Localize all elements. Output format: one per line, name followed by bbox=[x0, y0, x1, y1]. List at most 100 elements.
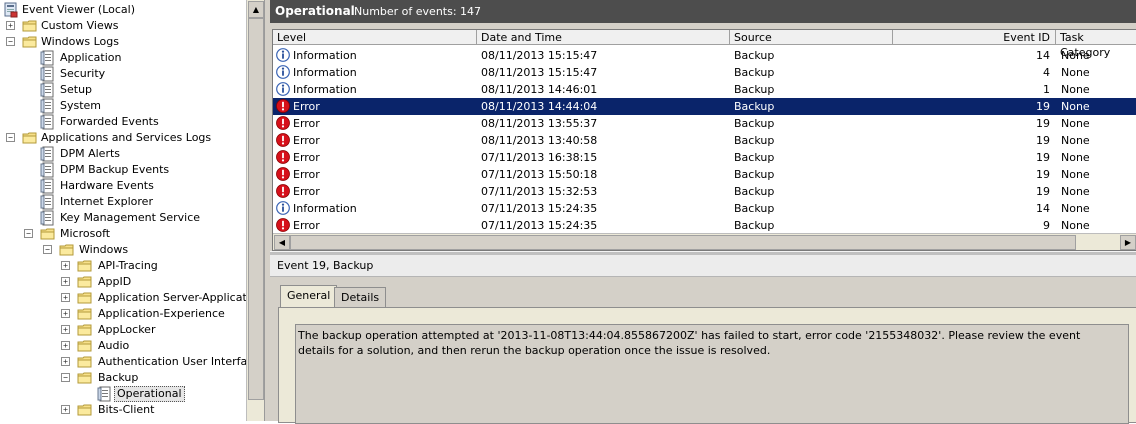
expand-toggle-icon[interactable]: + bbox=[61, 261, 70, 270]
tree-node[interactable]: + Bits-Client bbox=[0, 402, 246, 418]
level-cell: Error bbox=[293, 168, 320, 181]
tree-node-label: Audio bbox=[98, 339, 130, 352]
scroll-left-button[interactable]: ◀ bbox=[274, 235, 290, 250]
tree-node[interactable]: Security bbox=[0, 66, 246, 82]
column-header-date-time[interactable]: Date and Time bbox=[477, 30, 730, 45]
tree-node[interactable]: Forwarded Events bbox=[0, 114, 246, 130]
datetime-cell: 08/11/2013 14:46:01 bbox=[481, 83, 598, 96]
tree-node[interactable]: Key Management Service bbox=[0, 210, 246, 226]
tree-node[interactable]: − Windows bbox=[0, 242, 246, 258]
level-cell: Error bbox=[293, 219, 320, 232]
event-row[interactable]: Information 08/11/2013 14:46:01 Backup 1 Non… bbox=[273, 81, 1136, 98]
tree-node-label: Operational bbox=[114, 386, 185, 402]
collapse-toggle-icon[interactable]: − bbox=[43, 245, 52, 254]
event-id-cell: 19 bbox=[1036, 100, 1050, 113]
expand-toggle-icon[interactable]: + bbox=[61, 309, 70, 318]
folder-icon bbox=[77, 258, 93, 274]
error-icon bbox=[276, 99, 290, 113]
expand-toggle-icon[interactable]: + bbox=[61, 277, 70, 286]
tree-node-label: System bbox=[60, 99, 102, 112]
tree-node[interactable]: DPM Backup Events bbox=[0, 162, 246, 178]
log-icon bbox=[97, 386, 113, 402]
column-header-source[interactable]: Source bbox=[730, 30, 893, 45]
column-header-task-category[interactable]: Task Category bbox=[1056, 30, 1136, 59]
event-id-cell: 19 bbox=[1036, 185, 1050, 198]
event-row[interactable]: Information 08/11/2013 15:15:47 Backup 14 No… bbox=[273, 47, 1136, 64]
event-row[interactable]: Information 07/11/2013 15:24:35 Backup 14 No… bbox=[273, 200, 1136, 217]
source-cell: Backup bbox=[734, 117, 775, 130]
scroll-thumb[interactable] bbox=[248, 18, 264, 400]
tab-details[interactable]: Details bbox=[334, 287, 387, 307]
event-id-cell: 14 bbox=[1036, 202, 1050, 215]
tree-node-label: AppID bbox=[98, 275, 132, 288]
tree-node[interactable]: + Custom Views bbox=[0, 18, 246, 34]
tree-node[interactable]: Hardware Events bbox=[0, 178, 246, 194]
info-icon bbox=[276, 201, 290, 215]
tree-node[interactable]: + AppID bbox=[0, 274, 246, 290]
tree-node[interactable]: −Event Viewer (Local) bbox=[0, 2, 246, 18]
expand-toggle-icon[interactable]: + bbox=[61, 357, 70, 366]
tree-node-label: Hardware Events bbox=[60, 179, 154, 192]
tree-node[interactable]: + Application Server-Applications bbox=[0, 290, 246, 306]
level-cell: Error bbox=[293, 117, 320, 130]
tree-node[interactable]: − Windows Logs bbox=[0, 34, 246, 50]
tree-node[interactable]: System bbox=[0, 98, 246, 114]
event-row[interactable]: Error 08/11/2013 13:55:37 Backup 19 None bbox=[273, 115, 1136, 132]
folder-icon bbox=[77, 402, 93, 418]
computer-icon bbox=[3, 2, 19, 18]
tree-node[interactable]: − Backup bbox=[0, 370, 246, 386]
event-detail-header: Event 19, Backup bbox=[270, 255, 1136, 277]
event-row[interactable]: Error 07/11/2013 15:50:18 Backup 19 None bbox=[273, 166, 1136, 183]
event-row[interactable]: Error 08/11/2013 14:44:04 Backup 19 None bbox=[273, 98, 1136, 115]
tree-node[interactable]: DPM Alerts bbox=[0, 146, 246, 162]
event-id-cell: 19 bbox=[1036, 117, 1050, 130]
expand-toggle-icon[interactable]: + bbox=[6, 21, 15, 30]
tree-node-label: Forwarded Events bbox=[60, 115, 159, 128]
tree-node[interactable]: − Applications and Services Logs bbox=[0, 130, 246, 146]
collapse-toggle-icon[interactable]: − bbox=[6, 133, 15, 142]
expand-toggle-icon[interactable]: + bbox=[61, 325, 70, 334]
tree-node[interactable]: Application bbox=[0, 50, 246, 66]
scroll-thumb[interactable] bbox=[290, 235, 1076, 250]
tree-node[interactable]: + Audio bbox=[0, 338, 246, 354]
grid-horizontal-scrollbar[interactable]: ◀ ▶ bbox=[273, 233, 1136, 250]
task-category-cell: None bbox=[1061, 83, 1090, 96]
collapse-toggle-icon[interactable]: − bbox=[61, 373, 70, 382]
column-header-level[interactable]: Level bbox=[273, 30, 477, 45]
datetime-cell: 07/11/2013 15:24:35 bbox=[481, 219, 598, 232]
tree-vertical-scrollbar[interactable]: ▲ bbox=[246, 0, 264, 421]
datetime-cell: 07/11/2013 15:50:18 bbox=[481, 168, 598, 181]
event-description-box[interactable]: The backup operation attempted at '2013-… bbox=[295, 324, 1129, 424]
collapse-toggle-icon[interactable]: − bbox=[24, 229, 33, 238]
event-detail-title: Event 19, Backup bbox=[277, 259, 374, 272]
expand-toggle-icon[interactable]: + bbox=[61, 405, 70, 414]
expand-toggle-icon[interactable]: + bbox=[61, 341, 70, 350]
tree-node[interactable]: − Microsoft bbox=[0, 226, 246, 242]
tree-node[interactable]: + Application-Experience bbox=[0, 306, 246, 322]
tree-node[interactable]: + Authentication User Interface bbox=[0, 354, 246, 370]
event-row[interactable]: Error 07/11/2013 15:24:35 Backup 9 None bbox=[273, 217, 1136, 234]
tree-node-label: Application Server-Applications bbox=[98, 291, 246, 304]
scroll-up-button[interactable]: ▲ bbox=[248, 1, 264, 18]
event-row[interactable]: Error 07/11/2013 16:38:15 Backup 19 None bbox=[273, 149, 1136, 166]
event-row[interactable]: Error 07/11/2013 15:32:53 Backup 19 None bbox=[273, 183, 1136, 200]
tree-node-label: Security bbox=[60, 67, 106, 80]
task-category-cell: None bbox=[1061, 151, 1090, 164]
column-header-event-id[interactable]: Event ID bbox=[893, 30, 1056, 45]
tree-node-label: Internet Explorer bbox=[60, 195, 153, 208]
event-row[interactable]: Error 08/11/2013 13:40:58 Backup 19 None bbox=[273, 132, 1136, 149]
tree-node-label: Bits-Client bbox=[98, 403, 155, 416]
tree-node[interactable]: Operational bbox=[0, 386, 246, 402]
tree-node[interactable]: Setup bbox=[0, 82, 246, 98]
tree-node[interactable]: + API-Tracing bbox=[0, 258, 246, 274]
tree-node[interactable]: + AppLocker bbox=[0, 322, 246, 338]
folder-icon bbox=[77, 274, 93, 290]
tab-general[interactable]: General bbox=[280, 285, 338, 307]
tree-node[interactable]: Internet Explorer bbox=[0, 194, 246, 210]
collapse-toggle-icon[interactable]: − bbox=[6, 37, 15, 46]
source-cell: Backup bbox=[734, 83, 775, 96]
folder-icon bbox=[77, 290, 93, 306]
expand-toggle-icon[interactable]: + bbox=[61, 293, 70, 302]
event-row[interactable]: Information 08/11/2013 15:15:47 Backup 4 Non… bbox=[273, 64, 1136, 81]
scroll-right-button[interactable]: ▶ bbox=[1120, 235, 1136, 250]
